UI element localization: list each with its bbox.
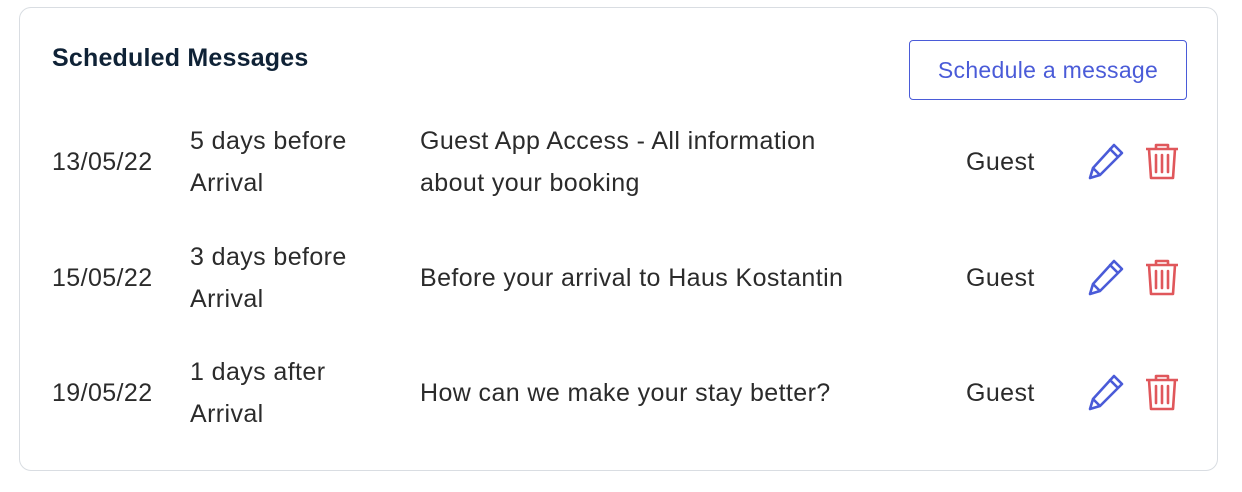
- message-date: 19/05/22: [52, 379, 153, 407]
- message-subject: Before your arrival to Haus Kostantin: [420, 264, 844, 292]
- message-timing-line: Arrival: [190, 400, 264, 428]
- message-date: 15/05/22: [52, 264, 153, 292]
- message-subject-line: about your booking: [420, 169, 640, 197]
- delete-button[interactable]: [1140, 370, 1184, 414]
- message-row: 19/05/22 1 days after Arrival How can we…: [20, 351, 1217, 435]
- message-timing-line: 3 days before: [190, 243, 347, 271]
- message-timing-line: Arrival: [190, 169, 264, 197]
- message-row: 13/05/22 5 days before Arrival Guest App…: [20, 120, 1217, 204]
- pencil-icon: [1088, 374, 1124, 411]
- delete-button[interactable]: [1140, 139, 1184, 183]
- pencil-icon: [1088, 259, 1124, 296]
- pencil-icon: [1088, 143, 1124, 180]
- message-timing: 1 days after Arrival: [190, 351, 400, 435]
- message-timing: 3 days before Arrival: [190, 236, 400, 320]
- message-date: 13/05/22: [52, 148, 153, 176]
- message-timing-line: Arrival: [190, 285, 264, 313]
- message-recipient: Guest: [966, 148, 1035, 176]
- message-recipient: Guest: [966, 379, 1035, 407]
- schedule-message-button[interactable]: Schedule a message: [909, 40, 1187, 100]
- scheduled-messages-panel: Scheduled Messages Schedule a message 13…: [19, 7, 1218, 471]
- message-recipient: Guest: [966, 264, 1035, 292]
- trash-icon: [1146, 374, 1178, 411]
- panel-title: Scheduled Messages: [52, 44, 309, 72]
- delete-button[interactable]: [1140, 255, 1184, 299]
- trash-icon: [1146, 259, 1178, 296]
- trash-icon: [1146, 143, 1178, 180]
- message-row: 15/05/22 3 days before Arrival Before yo…: [20, 236, 1217, 320]
- message-timing-line: 5 days before: [190, 127, 347, 155]
- edit-button[interactable]: [1084, 255, 1128, 299]
- message-subject: How can we make your stay better?: [420, 379, 831, 407]
- message-subject-line: Guest App Access - All information: [420, 127, 816, 155]
- edit-button[interactable]: [1084, 370, 1128, 414]
- message-timing-line: 1 days after: [190, 358, 326, 386]
- message-timing: 5 days before Arrival: [190, 120, 400, 204]
- message-subject: Guest App Access - All information about…: [420, 120, 940, 204]
- edit-button[interactable]: [1084, 139, 1128, 183]
